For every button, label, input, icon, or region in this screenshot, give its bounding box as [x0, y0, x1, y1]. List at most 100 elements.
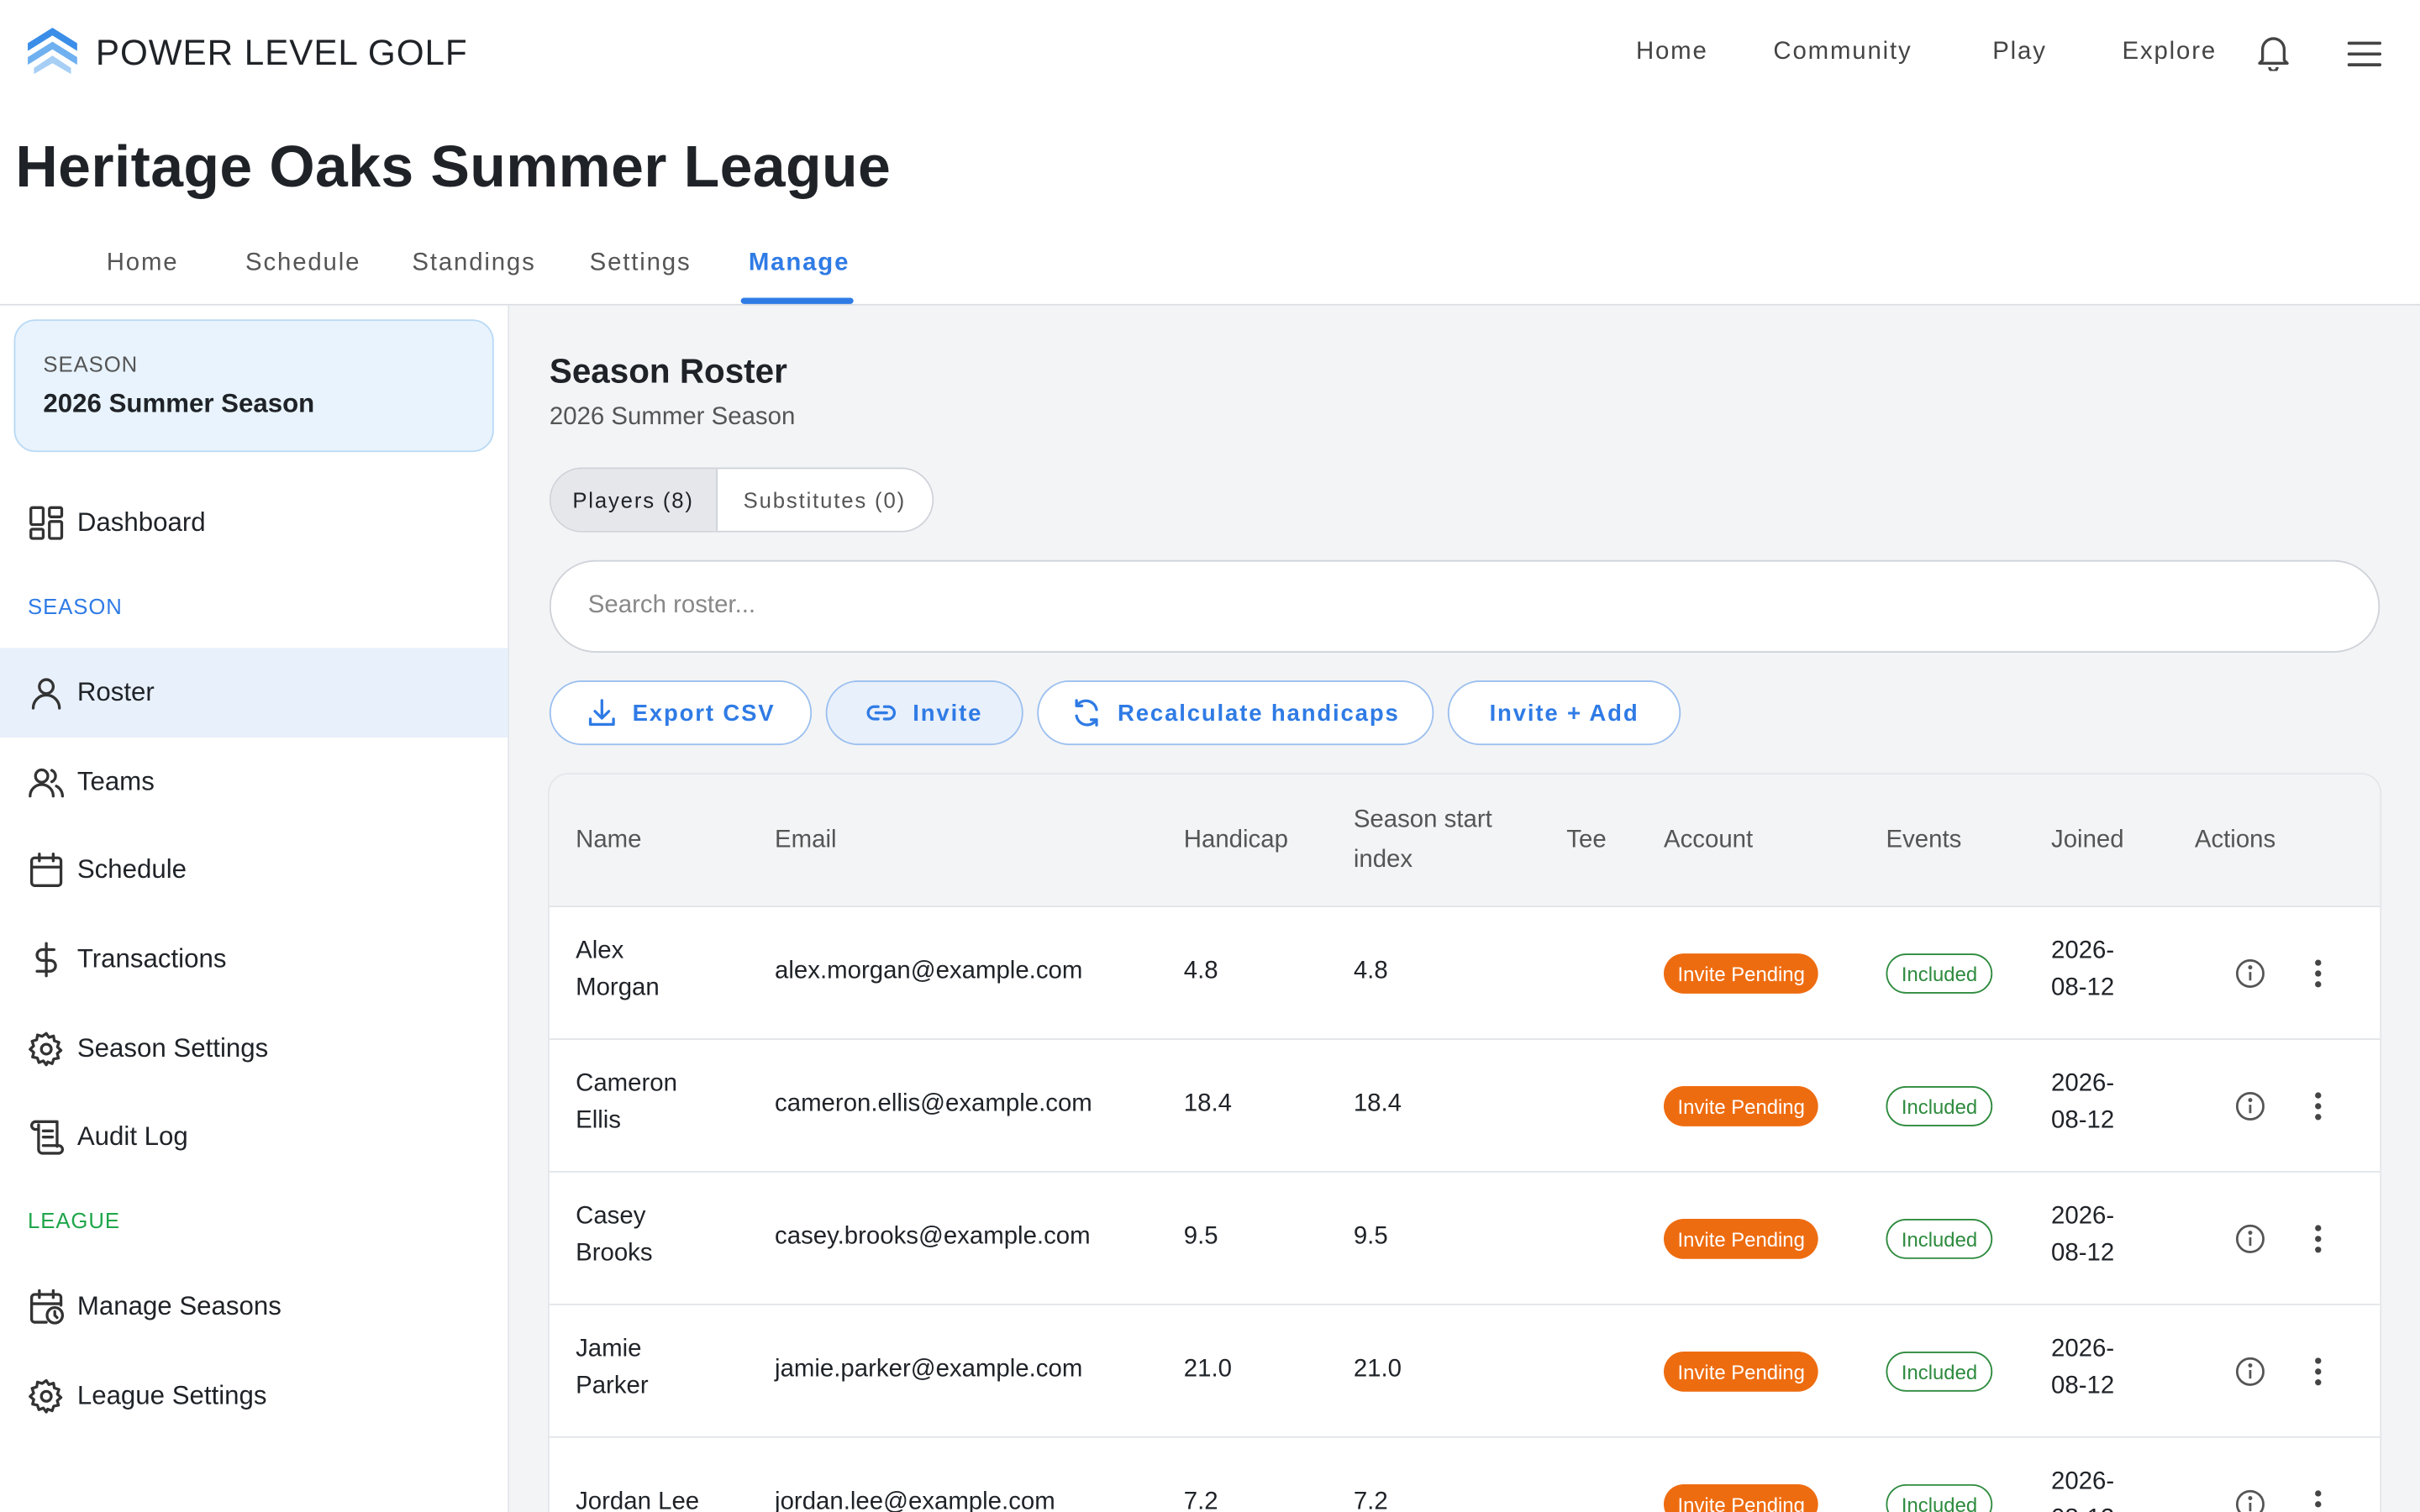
sidebar-item-schedule[interactable]: Schedule [0, 826, 508, 916]
recalculate-handicaps-button[interactable]: Recalculate handicaps [1037, 680, 1434, 746]
link-icon [867, 705, 897, 721]
tab-schedule[interactable]: Schedule [245, 250, 360, 278]
col-name[interactable]: Name [576, 821, 641, 861]
cell-first-name: Casey [576, 1203, 646, 1230]
search-input[interactable] [549, 559, 2381, 653]
segment-substitutes[interactable]: Substitutes (0) [717, 469, 932, 530]
status-badge: Invite Pending [1664, 1483, 1819, 1512]
tab-home[interactable]: Home [107, 250, 179, 278]
table-row[interactable]: Jordan Lee jordan.lee@example.com 7.2 7.… [549, 1437, 2381, 1512]
table-row[interactable]: Alex Morgan alex.morgan@example.com 4.8 … [549, 907, 2381, 1040]
cell-joined-1: 2026- [2051, 937, 2115, 964]
topnav-play[interactable]: Play [1992, 39, 2047, 66]
calendar-clock-icon [29, 1289, 65, 1325]
more-vertical-icon[interactable] [2313, 1224, 2323, 1255]
table-row[interactable]: Cameron Ellis cameron.ellis@example.com … [549, 1039, 2381, 1173]
sidebar-item-label: League Settings [76, 1380, 267, 1410]
user-icon [31, 678, 61, 710]
col-season-start-index-1[interactable]: Season start [1354, 801, 1492, 841]
topnav-community[interactable]: Community [1773, 39, 1912, 66]
sidebar-item-league-settings[interactable]: League Settings [0, 1352, 508, 1441]
col-events[interactable]: Events [1886, 821, 1961, 861]
topnav-explore[interactable]: Explore [2123, 39, 2217, 66]
export-csv-button[interactable]: Export CSV [549, 680, 813, 746]
col-account[interactable]: Account [1664, 821, 1753, 861]
league-tabs: Home Schedule Standings Settings Manage [0, 232, 2420, 306]
cell-first-name: Alex [576, 937, 624, 964]
info-icon[interactable] [2235, 1224, 2266, 1255]
invite-button[interactable]: Invite [825, 680, 1023, 746]
sidebar-item-roster[interactable]: Roster [0, 648, 508, 738]
brand-logo-icon [28, 28, 77, 75]
sidebar-item-label: Season Settings [76, 1033, 269, 1063]
more-vertical-icon[interactable] [2313, 1488, 2323, 1512]
refresh-icon [1075, 699, 1098, 727]
cell-email: cameron.ellis@example.com [775, 1090, 1092, 1117]
more-vertical-icon[interactable] [2313, 1091, 2323, 1122]
dollar-icon [35, 942, 57, 978]
top-bar: POWER LEVEL GOLF Home Community Play Exp… [0, 0, 2420, 105]
sidebar-item-dashboard[interactable]: Dashboard [0, 478, 508, 568]
sidebar-section-season: SEASON [28, 594, 123, 619]
cell-handicap: 18.4 [1183, 1090, 1232, 1117]
cell-start-index: 21.0 [1353, 1356, 1402, 1383]
cell-joined-1: 2026- [2051, 1070, 2115, 1097]
invite-add-button[interactable]: Invite + Add [1447, 680, 1681, 746]
topnav-home[interactable]: Home [1636, 39, 1708, 66]
roster-table: Name Email Handicap Season start index T… [549, 774, 2381, 1512]
section-subtitle: 2026 Summer Season [549, 404, 796, 431]
tab-manage[interactable]: Manage [749, 250, 850, 278]
events-badge: Included [1886, 1219, 1993, 1259]
info-icon[interactable] [2235, 1091, 2266, 1122]
col-joined[interactable]: Joined [2051, 821, 2124, 861]
cell-last-name: Morgan [576, 974, 660, 1002]
segment-players[interactable]: Players (8) [550, 469, 718, 531]
season-selector-label: SEASON [43, 351, 139, 377]
sidebar-item-label: Manage Seasons [76, 1291, 281, 1321]
cell-joined-1: 2026- [2051, 1203, 2115, 1230]
invite-add-label: Invite + Add [1489, 699, 1639, 727]
table-row[interactable]: Jamie Parker jamie.parker@example.com 21… [549, 1305, 2381, 1438]
cell-first-name: Cameron [576, 1070, 677, 1097]
col-handicap[interactable]: Handicap [1184, 821, 1288, 861]
sidebar-item-audit-log[interactable]: Audit Log [0, 1092, 508, 1182]
cell-start-index: 7.2 [1353, 1488, 1388, 1512]
cell-handicap: 7.2 [1183, 1488, 1218, 1512]
cell-joined-1: 2026- [2051, 1468, 2115, 1495]
more-vertical-icon[interactable] [2313, 1356, 2323, 1387]
roster-segmented-control: Players (8) Substitutes (0) [549, 467, 934, 533]
invite-label: Invite [913, 699, 983, 727]
info-icon[interactable] [2235, 958, 2266, 990]
info-icon[interactable] [2235, 1356, 2266, 1387]
col-actions: Actions [2194, 827, 2276, 853]
cell-email: casey.brooks@example.com [775, 1223, 1091, 1250]
cell-joined-1: 2026- [2051, 1336, 2115, 1362]
sidebar-item-transactions[interactable]: Transactions [0, 915, 508, 1005]
cell-last-name: Ellis [576, 1107, 621, 1134]
col-email[interactable]: Email [775, 821, 836, 861]
cell-handicap: 9.5 [1183, 1223, 1218, 1250]
section-title: Season Roster [549, 351, 787, 391]
menu-icon[interactable] [2347, 40, 2382, 68]
info-icon[interactable] [2235, 1488, 2266, 1512]
col-tee[interactable]: Tee [1566, 821, 1606, 861]
cell-start-index: 4.8 [1353, 958, 1388, 984]
cell-email: jordan.lee@example.com [775, 1488, 1055, 1512]
cell-joined-2: 08-12 [2051, 1240, 2115, 1267]
cell-joined-2: 08-12 [2051, 974, 2115, 1002]
sidebar-item-teams[interactable]: Teams [0, 738, 508, 827]
events-badge: Included [1886, 1351, 1993, 1392]
brand[interactable]: POWER LEVEL GOLF [24, 24, 467, 80]
more-vertical-icon[interactable] [2313, 958, 2323, 990]
sidebar-item-season-settings[interactable]: Season Settings [0, 1005, 508, 1095]
sidebar: SEASON 2026 Summer Season Dashboard SEAS… [0, 305, 510, 1512]
sidebar-item-label: Dashboard [76, 507, 206, 538]
tab-settings[interactable]: Settings [590, 250, 692, 278]
table-row[interactable]: Casey Brooks casey.brooks@example.com 9.… [549, 1172, 2381, 1305]
col-season-start-index-2[interactable]: index [1354, 841, 1413, 881]
scroll-icon [30, 1120, 64, 1155]
season-selector[interactable]: SEASON 2026 Summer Season [13, 319, 494, 453]
sidebar-item-manage-seasons[interactable]: Manage Seasons [0, 1262, 508, 1352]
tab-standings[interactable]: Standings [412, 250, 535, 278]
bell-icon[interactable] [2256, 34, 2290, 71]
